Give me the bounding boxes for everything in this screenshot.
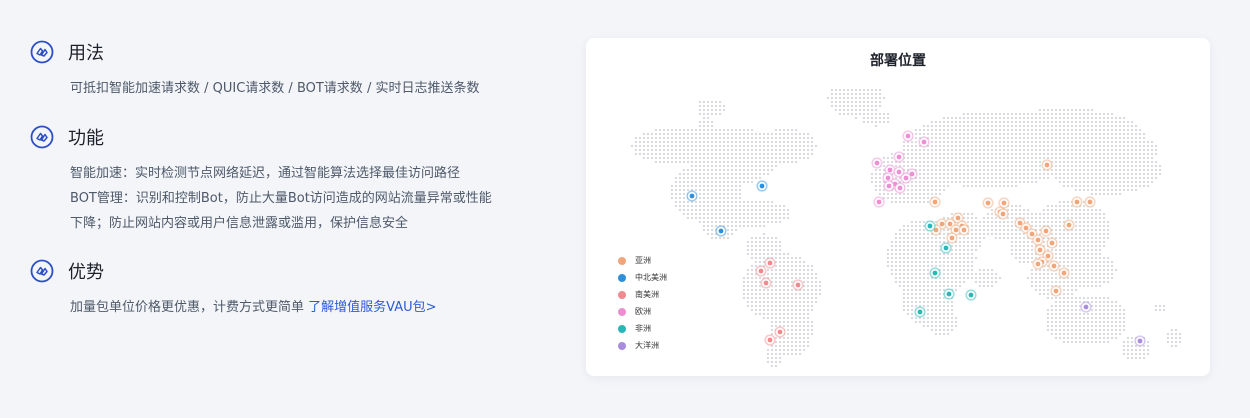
feature-title: 功能 <box>68 128 104 149</box>
feature-line: BOT管理：识别和控制Bot，防止大量Bot访问造成的网站流量异常或性能 <box>70 191 492 206</box>
node-marker <box>914 306 926 318</box>
legend-label: 中北美洲 <box>635 273 667 282</box>
node-marker <box>873 196 885 208</box>
map-legend: 亚洲中北美洲南美洲欧洲非洲大洋洲 <box>618 252 667 354</box>
node-marker <box>940 242 952 254</box>
legend-item: 中北美洲 <box>618 269 667 286</box>
node-marker <box>893 151 905 163</box>
advantage-section: 优势 加量包单位价格更优惠，计费方式更简单 了解增值服务VAU包> <box>30 257 540 320</box>
node-marker <box>900 172 912 184</box>
node-marker <box>902 130 914 142</box>
node-marker <box>764 334 776 346</box>
node-marker <box>764 257 776 269</box>
node-marker <box>792 279 804 291</box>
node-marker <box>760 277 772 289</box>
legend-item: 亚洲 <box>618 252 667 269</box>
legend-label: 南美洲 <box>635 290 659 299</box>
node-marker <box>686 190 698 202</box>
feature-section: 功能 智能加速：实时检测节点网络延迟，通过智能算法选择最佳访问路径 BOT管理：… <box>30 123 540 236</box>
world-map <box>630 88 1182 368</box>
legend-label: 大洋洲 <box>635 341 659 350</box>
node-marker <box>958 224 970 236</box>
node-marker <box>997 208 1009 220</box>
legend-dot <box>618 341 626 350</box>
node-marker <box>1084 196 1096 208</box>
node-marker <box>929 196 941 208</box>
node-marker <box>1058 267 1070 279</box>
legend-item: 南美洲 <box>618 286 667 303</box>
feature-icon <box>30 125 54 149</box>
node-marker <box>1063 219 1075 231</box>
usage-text: 可抵扣智能加速请求数 / QUIC请求数 / BOT请求数 / 实时日志推送条数 <box>70 81 480 96</box>
usage-icon <box>30 40 54 64</box>
legend-dot <box>618 324 626 333</box>
node-marker <box>1032 234 1044 246</box>
usage-section: 用法 可抵扣智能加速请求数 / QUIC请求数 / BOT请求数 / 实时日志推… <box>30 38 540 101</box>
node-marker <box>943 288 955 300</box>
node-marker <box>982 197 994 209</box>
node-marker <box>774 326 786 338</box>
node-marker <box>929 267 941 279</box>
feature-line: 智能加速：实时检测节点网络延迟，通过智能算法选择最佳访问路径 <box>70 166 461 181</box>
info-panel: 用法 可抵扣智能加速请求数 / QUIC请求数 / BOT请求数 / 实时日志推… <box>0 0 580 418</box>
usage-title: 用法 <box>68 43 104 64</box>
legend-item: 非洲 <box>618 320 667 337</box>
legend-dot <box>618 273 626 282</box>
node-marker <box>1134 335 1146 347</box>
legend-dot <box>618 256 626 265</box>
legend-dot <box>618 290 626 299</box>
legend-label: 亚洲 <box>635 256 651 265</box>
node-marker <box>924 220 936 232</box>
node-marker <box>1048 260 1060 272</box>
node-marker <box>756 180 768 192</box>
vau-package-link[interactable]: 了解增值服务VAU包> <box>308 300 436 315</box>
map-title: 部署位置 <box>870 53 926 69</box>
node-marker <box>755 265 767 277</box>
node-marker <box>1050 285 1062 297</box>
map-dots <box>630 88 1182 368</box>
feature-line: 下降；防止网站内容或用户信息泄露或滥用，保护信息安全 <box>70 216 409 231</box>
node-marker <box>946 232 958 244</box>
node-marker <box>715 225 727 237</box>
node-marker <box>998 197 1010 209</box>
node-marker <box>894 182 906 194</box>
node-marker <box>871 157 883 169</box>
advantage-text: 加量包单位价格更优惠，计费方式更简单 <box>70 300 305 315</box>
deployment-map-card: 部署位置 亚洲中北美洲南美洲欧洲非洲大洋洲 <box>586 38 1210 376</box>
node-marker <box>1071 196 1083 208</box>
legend-label: 欧洲 <box>635 307 651 316</box>
node-marker <box>1080 301 1092 313</box>
legend-item: 欧洲 <box>618 303 667 320</box>
node-marker <box>1032 258 1044 270</box>
node-marker <box>1040 225 1052 237</box>
advantage-icon <box>30 259 54 283</box>
legend-dot <box>618 307 626 316</box>
legend-item: 大洋洲 <box>618 337 667 354</box>
advantage-title: 优势 <box>68 262 104 283</box>
node-marker <box>918 136 930 148</box>
node-marker <box>1041 159 1053 171</box>
node-marker <box>965 289 977 301</box>
node-marker <box>1046 237 1058 249</box>
legend-label: 非洲 <box>635 324 651 333</box>
node-marker <box>883 180 895 192</box>
